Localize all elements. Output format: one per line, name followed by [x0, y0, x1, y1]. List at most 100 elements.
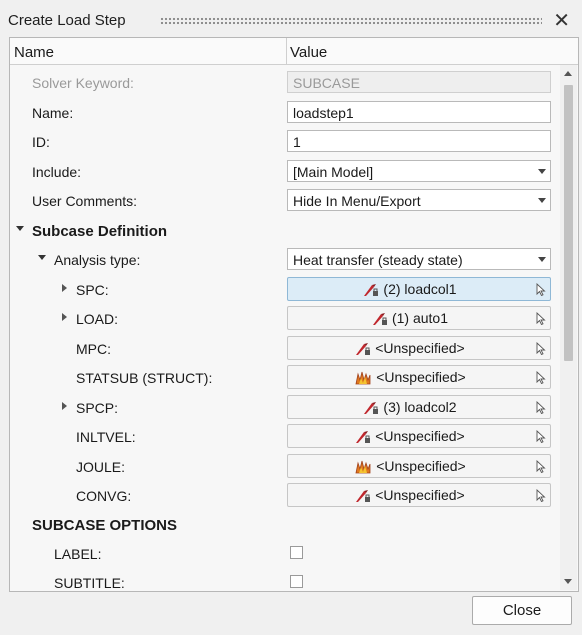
convg-label: CONVG: [76, 488, 132, 504]
name-value: loadstep1 [293, 105, 354, 121]
load-selector[interactable]: (1) auto1 [287, 306, 551, 330]
row-subtitle-option: SUBTITLE: [10, 568, 558, 591]
convg-value: <Unspecified> [375, 487, 465, 503]
statsub-struct-label: STATSUB (STRUCT): [76, 370, 213, 386]
load-value: (1) auto1 [391, 310, 449, 326]
pick-cursor-icon[interactable] [536, 429, 546, 446]
row-inltvel: INLTVEL: <Unspecified> [10, 422, 558, 451]
chevron-down-icon [538, 169, 546, 174]
scroll-down-icon[interactable] [564, 579, 572, 584]
analysis-type-value: Heat transfer (steady state) [293, 252, 463, 268]
row-mpc: MPC: <Unspecified> [10, 334, 558, 363]
row-statsub-struct: STATSUB (STRUCT): <Unspecified> [10, 363, 558, 392]
expand-caret-icon[interactable] [62, 402, 67, 410]
solver-keyword-field: SUBCASE [287, 71, 551, 93]
id-label: ID: [32, 134, 50, 150]
load-selector-content: (1) auto1 [288, 310, 532, 326]
column-divider[interactable] [286, 38, 287, 64]
mpc-label: MPC: [76, 341, 111, 357]
row-user-comments: User Comments: Hide In Menu/Export [10, 186, 558, 215]
label-checkbox[interactable] [290, 546, 303, 559]
property-table: Name Value Solver Keyword: SUBCASE Name:… [9, 37, 579, 592]
row-include: Include: [Main Model] [10, 157, 558, 186]
spc-selector-content: (2) loadcol1 [288, 281, 532, 297]
pick-cursor-icon[interactable] [536, 341, 546, 358]
window-title: Create Load Step [8, 12, 126, 29]
drag-handle[interactable] [160, 17, 542, 25]
include-label: Include: [32, 164, 82, 180]
row-spc: SPC: (2) loadcol1 [10, 275, 558, 304]
loadcol-icon [355, 487, 375, 503]
row-subcase-options: SUBCASE OPTIONS [10, 510, 558, 539]
statsub-struct-selector-content: <Unspecified> [288, 369, 532, 385]
spcp-selector[interactable]: (3) loadcol2 [287, 395, 551, 419]
convg-selector[interactable]: <Unspecified> [287, 483, 551, 507]
statsub-struct-selector[interactable]: <Unspecified> [287, 365, 551, 389]
pick-cursor-icon[interactable] [536, 282, 546, 299]
joule-label: JOULE: [76, 459, 126, 475]
vertical-scrollbar[interactable] [560, 65, 577, 590]
analysis-type-label: Analysis type: [54, 252, 141, 268]
inltvel-value: <Unspecified> [375, 428, 465, 444]
subcase-definition-heading: Subcase Definition [32, 223, 168, 240]
scrollbar-thumb[interactable] [564, 85, 573, 361]
title-bar[interactable]: Create Load Step ✕ [0, 0, 582, 38]
load-label: LOAD: [76, 311, 119, 327]
name-label: Name: [32, 105, 74, 121]
loadcol-icon [355, 428, 375, 444]
pick-cursor-icon[interactable] [536, 488, 546, 505]
row-spcp: SPCP: (3) loadcol2 [10, 393, 558, 422]
close-icon[interactable]: ✕ [553, 8, 570, 33]
user-comments-dropdown[interactable]: Hide In Menu/Export [287, 189, 551, 211]
loadcol-icon [372, 310, 392, 326]
chevron-down-icon [538, 198, 546, 203]
subtitle-option-label: SUBTITLE: [54, 575, 125, 591]
pick-cursor-icon[interactable] [536, 400, 546, 417]
pick-cursor-icon[interactable] [536, 370, 546, 387]
inltvel-label: INLTVEL: [76, 429, 136, 445]
row-name: Name: loadstep1 [10, 98, 558, 127]
analysis-type-dropdown[interactable]: Heat transfer (steady state) [287, 248, 551, 270]
include-dropdown[interactable]: [Main Model] [287, 160, 551, 182]
column-header-value: Value [290, 44, 328, 61]
row-joule: JOULE: <Unspecified> [10, 452, 558, 481]
id-value: 1 [293, 134, 301, 150]
row-convg: CONVG: <Unspecified> [10, 481, 558, 510]
solver-keyword-label: Solver Keyword: [32, 75, 134, 91]
expand-caret-icon[interactable] [62, 284, 67, 292]
spcp-label: SPCP: [76, 400, 119, 416]
inltvel-selector[interactable]: <Unspecified> [287, 424, 551, 448]
expand-caret-icon[interactable] [62, 313, 67, 321]
user-comments-value: Hide In Menu/Export [293, 193, 421, 209]
column-header-name: Name [14, 44, 55, 61]
pick-cursor-icon[interactable] [536, 459, 546, 476]
statsub-struct-value: <Unspecified> [376, 369, 466, 385]
label-option-label: LABEL: [54, 546, 102, 562]
spcp-selector-content: (3) loadcol2 [288, 399, 532, 415]
loadcol-icon [363, 281, 383, 297]
spcp-value: (3) loadcol2 [383, 399, 457, 415]
row-solver-keyword: Solver Keyword: SUBCASE [10, 68, 558, 97]
loadstep-icon [354, 369, 376, 385]
spc-selector[interactable]: (2) loadcol1 [287, 277, 551, 301]
id-field[interactable]: 1 [287, 130, 551, 152]
joule-value: <Unspecified> [376, 458, 466, 474]
name-field[interactable]: loadstep1 [287, 101, 551, 123]
scroll-up-icon[interactable] [564, 71, 572, 76]
inltvel-selector-content: <Unspecified> [288, 428, 532, 444]
subcase-options-heading: SUBCASE OPTIONS [32, 517, 178, 534]
joule-selector[interactable]: <Unspecified> [287, 454, 551, 478]
spc-value: (2) loadcol1 [383, 281, 457, 297]
convg-selector-content: <Unspecified> [288, 487, 532, 503]
subtitle-checkbox[interactable] [290, 575, 303, 588]
close-button[interactable]: Close [472, 596, 572, 625]
pick-cursor-icon[interactable] [536, 311, 546, 328]
mpc-selector[interactable]: <Unspecified> [287, 336, 551, 360]
user-comments-label: User Comments: [32, 193, 138, 209]
row-subcase-definition[interactable]: Subcase Definition [10, 216, 558, 245]
mpc-selector-content: <Unspecified> [288, 340, 532, 356]
table-header: Name Value [10, 38, 578, 65]
expand-caret-icon[interactable] [38, 255, 46, 260]
expand-caret-icon[interactable] [16, 226, 24, 231]
row-load: LOAD: (1) auto1 [10, 304, 558, 333]
